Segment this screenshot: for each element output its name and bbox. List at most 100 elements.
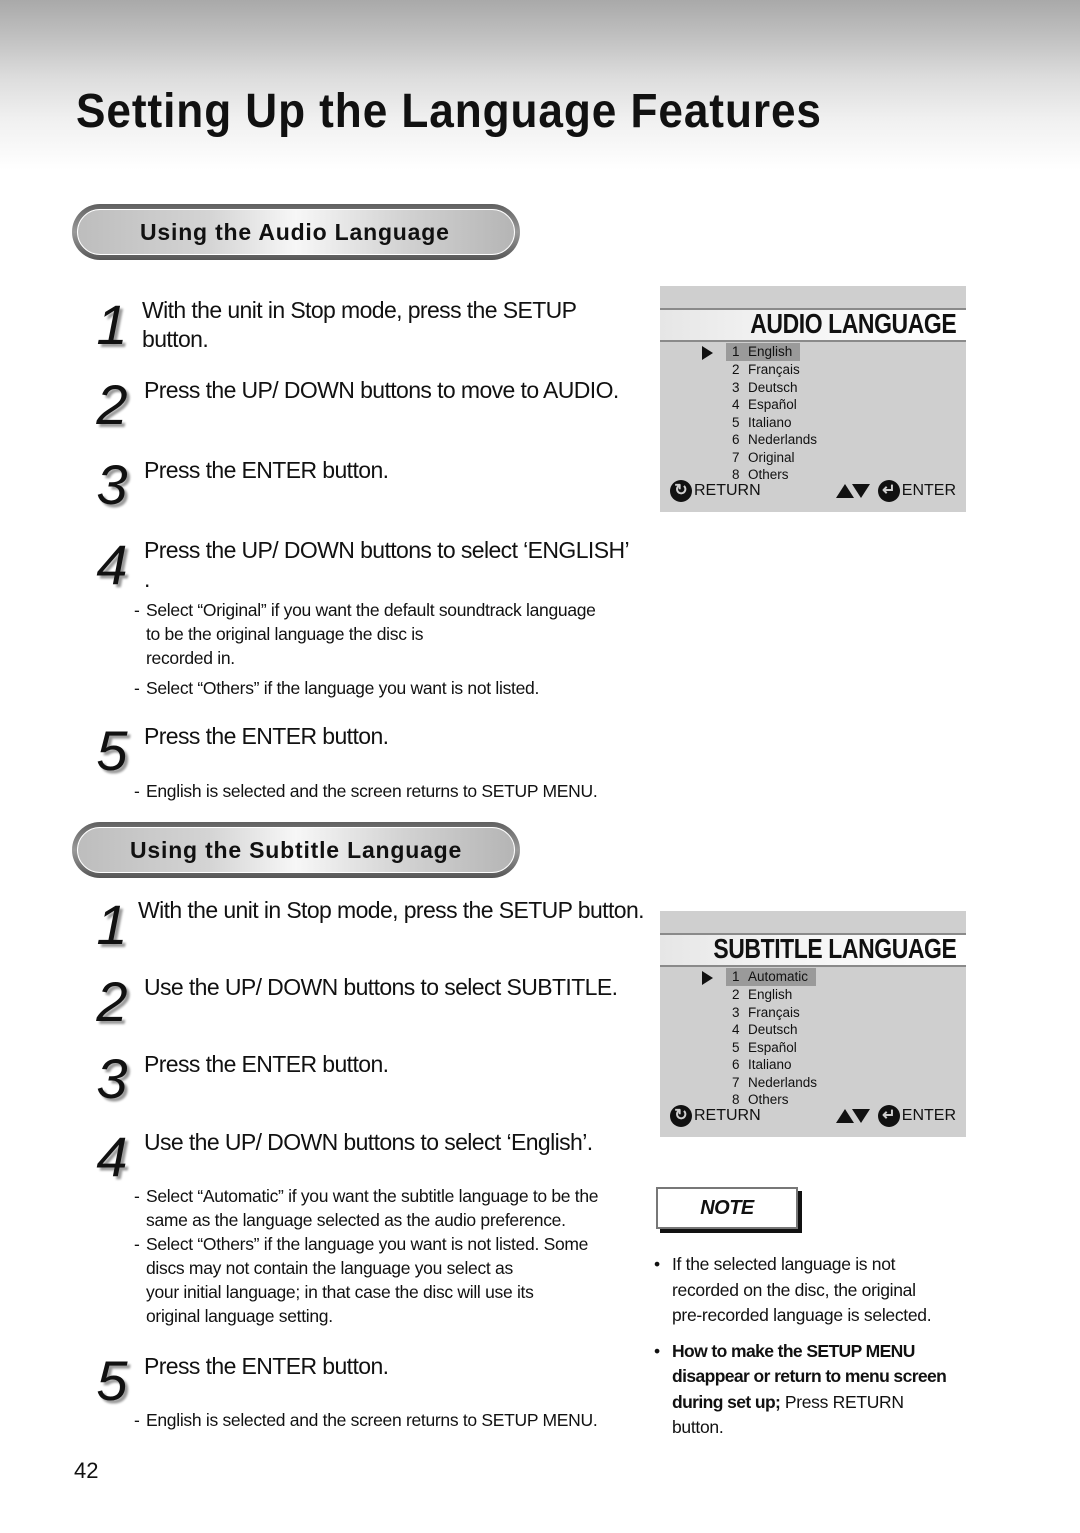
step-line: Press the UP/ DOWN buttons to select ‘EN… — [144, 537, 630, 563]
osd-language-item: 6 Nederlands — [726, 431, 825, 449]
bullet-line: pre-recorded language is selected. — [672, 1305, 932, 1325]
selection-arrow-icon — [702, 971, 713, 985]
osd-language-list: 1 English 2 Français 3 Deutsch 4 Español 5 Italia… — [726, 343, 825, 484]
page-number: 42 — [74, 1458, 99, 1483]
bullet-strong-text: during set up; — [672, 1391, 781, 1412]
item-label: Nederlands — [748, 432, 818, 447]
osd-language-item: 7 Original — [726, 449, 825, 467]
step-instruction: Press the ENTER button. — [144, 1352, 389, 1381]
item-number: 6 — [732, 432, 740, 447]
step-line: Press the ENTER button. — [144, 723, 389, 749]
step-number: 5 — [96, 719, 128, 782]
step-line: Press the UP/ DOWN buttons to move to AU… — [144, 377, 619, 403]
step-instruction: Press the UP/ DOWN buttons to move to AU… — [144, 376, 619, 405]
item-number: 2 — [732, 362, 740, 377]
note-line: Select “Automatic” if you want the subti… — [146, 1186, 599, 1206]
bullet-line: If the selected language is not — [672, 1254, 896, 1274]
enter-icon: ↵ — [877, 480, 900, 502]
item-label: Deutsch — [748, 379, 798, 395]
osd-footer: ↻ RETURN ↵ ENTER — [670, 1105, 956, 1129]
bullet-strong-text: How to make the SETUP MENU — [672, 1340, 915, 1361]
note-dash: - — [134, 1234, 140, 1254]
step-number: 2 — [96, 970, 128, 1033]
step-line: . — [144, 566, 150, 592]
subtitle-section-heading: Using the Subtitle Language — [72, 822, 520, 878]
audio-step5-notes: - English is selected and the screen retu… — [134, 779, 644, 803]
osd-item-row: 1 Automatic — [726, 968, 825, 986]
up-down-arrows-icon — [835, 1109, 870, 1123]
step-line: Press the ENTER button. — [144, 1051, 389, 1077]
return-icon: ↻ — [670, 480, 692, 502]
step-line: Use the UP/ DOWN buttons to select ‘Engl… — [144, 1129, 593, 1155]
audio-section-heading-label: Using the Audio Language — [140, 218, 450, 245]
note-item: - English is selected and the screen retu… — [134, 779, 644, 803]
osd-return-hint: ↻ RETURN — [670, 1105, 761, 1127]
osd-item-row: 6 Italiano — [726, 1056, 825, 1074]
step-instruction: Press the ENTER button. — [144, 456, 389, 485]
item-number: 2 — [732, 987, 740, 1002]
item-number: 1 — [732, 969, 740, 984]
osd-footer: ↻ RETURN ↵ ENTER — [670, 480, 956, 504]
osd-item-row: 5 Italiano — [726, 414, 825, 432]
osd-item-row: 4 Español — [726, 396, 825, 414]
audio-step4-notes: - Select “Original” if you want the defau… — [134, 598, 644, 700]
item-label: Français — [748, 1004, 800, 1020]
osd-language-list: 1 Automatic 2 English 3 Français 4 Deutsch 5 Espa… — [726, 968, 825, 1109]
step-line: Press the ENTER button. — [144, 1353, 389, 1379]
step-number: 1 — [96, 893, 128, 956]
bullet-line: How to make the SETUP MENU — [672, 1339, 954, 1365]
item-number: 7 — [732, 1074, 740, 1090]
bullet-strong-text: disappear or return to menu screen — [672, 1366, 947, 1386]
item-number: 5 — [732, 1039, 740, 1055]
enter-icon: ↵ — [877, 1105, 900, 1127]
step-number: 4 — [96, 1125, 128, 1188]
osd-language-item: 6 Italiano — [726, 1056, 825, 1074]
osd-language-item: 3 Deutsch — [726, 379, 825, 397]
note-label-box: NOTE — [656, 1187, 798, 1229]
note-line: Select “Original” if you want the defaul… — [146, 600, 596, 620]
osd-item-row: 3 Français — [726, 1004, 825, 1022]
step-number: 3 — [96, 1047, 128, 1110]
bullet-dot: • — [654, 1340, 660, 1361]
item-label: Deutsch — [748, 1022, 798, 1037]
subtitle-step5-notes: - English is selected and the screen retu… — [134, 1408, 644, 1432]
osd-enter-hint: ↵ ENTER — [835, 480, 956, 502]
step-line: Use the UP/ DOWN buttons to select SUBTI… — [144, 974, 618, 1000]
osd-item-row: 7 Nederlands — [726, 1074, 825, 1092]
item-label: Français — [748, 362, 800, 377]
item-label: Español — [748, 1039, 797, 1055]
note-item: - Select “Automatic” if you want the subt… — [134, 1184, 644, 1232]
item-label: Original — [748, 449, 795, 465]
enter-label: ENTER — [901, 1107, 956, 1124]
osd-language-item: 3 Français — [726, 1004, 825, 1022]
bullet-line: during set up; Press RETURN button. — [672, 1390, 954, 1441]
note-dash: - — [134, 600, 140, 620]
osd-return-hint: ↻ RETURN — [670, 480, 761, 502]
bullet-line: recorded on the disc, the original — [672, 1279, 916, 1300]
up-down-arrows-icon — [835, 484, 870, 498]
note-bullet: • If the selected language is not recorded… — [654, 1252, 954, 1329]
item-number: 6 — [732, 1057, 740, 1072]
enter-label: ENTER — [901, 482, 956, 499]
note-line: to be the original language the disc is — [146, 624, 424, 644]
note-line: same as the language selected as the aud… — [146, 1210, 566, 1230]
step-instruction: Press the UP/ DOWN buttons to select ‘EN… — [144, 536, 630, 594]
osd-item-row: 3 Deutsch — [726, 379, 825, 397]
bullet-line: disappear or return to menu screen — [672, 1364, 954, 1390]
note-item: - Select “Original” if you want the defau… — [134, 598, 644, 670]
note-line: English is selected and the screen retur… — [146, 1410, 598, 1430]
osd-item-row: 6 Nederlands — [726, 431, 825, 449]
osd-item-row: 1 English — [726, 343, 825, 361]
osd-item-row: 4 Deutsch — [726, 1021, 825, 1039]
return-label: RETURN — [694, 482, 761, 499]
osd-title: SUBTITLE LANGUAGE — [712, 933, 956, 964]
item-number: 5 — [732, 414, 740, 430]
step-instruction: Press the ENTER button. — [144, 1050, 389, 1079]
osd-language-item: 2 Français — [726, 361, 825, 379]
return-label: RETURN — [694, 1107, 761, 1124]
item-number: 7 — [732, 449, 740, 465]
step-instruction: With the unit in Stop mode, press the SE… — [138, 896, 645, 925]
item-number: 4 — [732, 397, 740, 412]
subtitle-section-heading-label: Using the Subtitle Language — [130, 836, 463, 863]
item-number: 3 — [732, 379, 740, 395]
